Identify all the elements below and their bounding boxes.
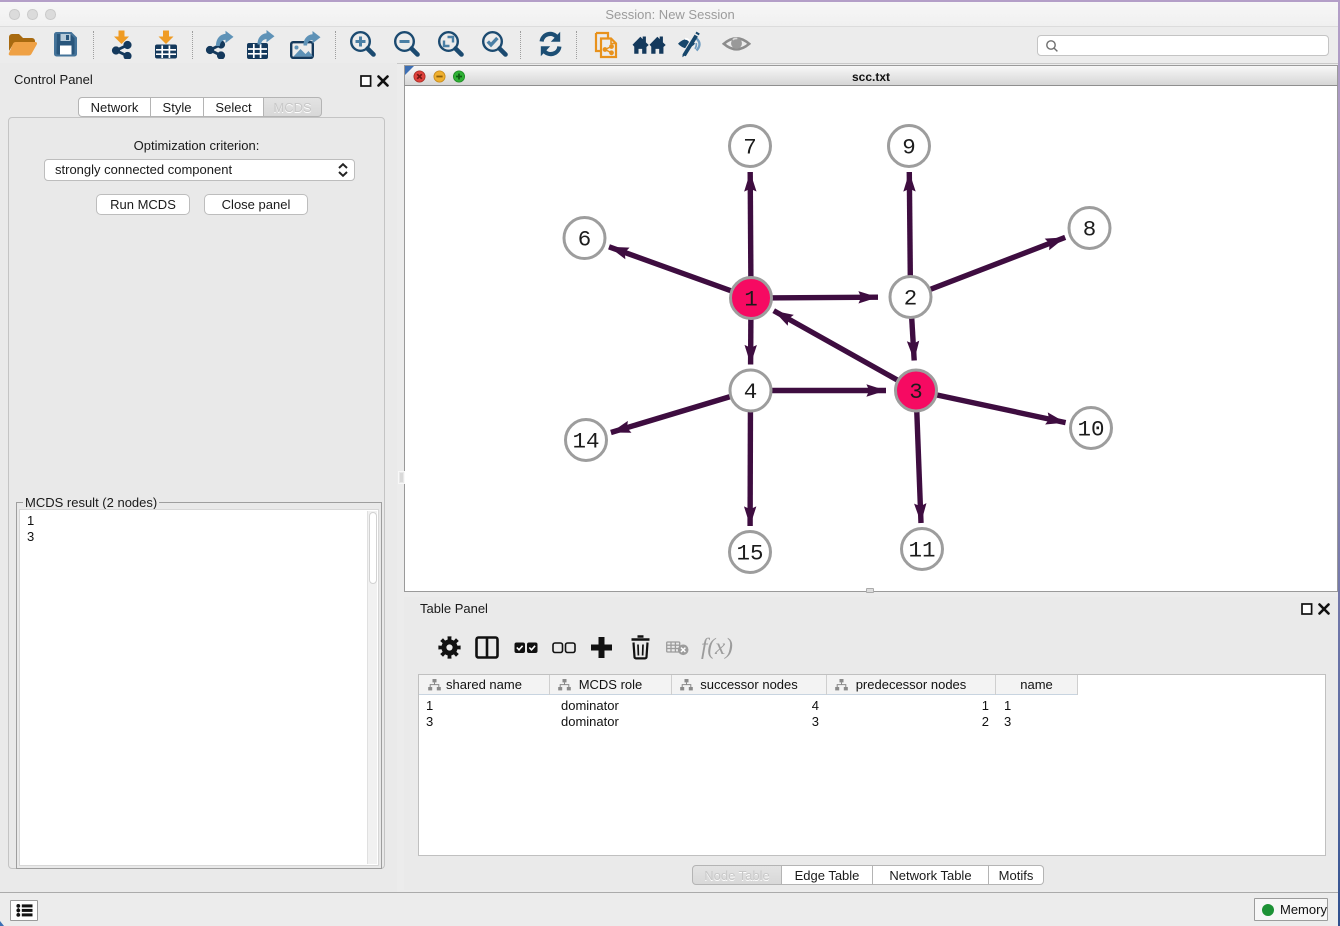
svg-text:7: 7 (743, 135, 757, 161)
svg-text:8: 8 (1083, 217, 1097, 243)
svg-text:2: 2 (904, 286, 918, 312)
svg-text:14: 14 (572, 429, 599, 455)
svg-text:9: 9 (902, 135, 916, 161)
svg-text:1: 1 (744, 287, 758, 313)
svg-text:6: 6 (578, 227, 592, 253)
svg-text:11: 11 (908, 538, 935, 564)
svg-text:15: 15 (736, 541, 763, 567)
svg-text:4: 4 (744, 379, 758, 405)
svg-text:3: 3 (909, 379, 923, 405)
svg-text:10: 10 (1077, 417, 1104, 443)
